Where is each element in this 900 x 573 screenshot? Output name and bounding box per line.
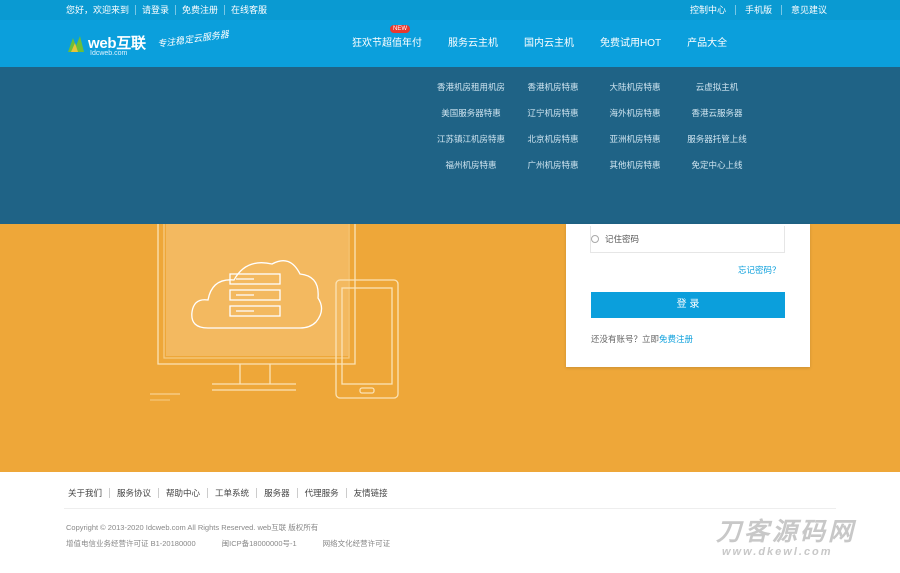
- top-bar-left-links: 您好，欢迎来到 请登录 免费注册 在线客服: [66, 5, 273, 15]
- nav-item-label: 狂欢节超值年付: [352, 38, 422, 49]
- dropdown-item[interactable]: 大陆机房特惠: [594, 81, 676, 93]
- dropdown-item[interactable]: 香港云服务器: [676, 107, 758, 119]
- dropdown-item[interactable]: 服务器托管上线: [676, 133, 758, 145]
- nav-dropdown-panel: 香港机房租用机房 香港机房特惠 大陆机房特惠 云虚拟主机 美国服务器特惠 辽宁机…: [0, 67, 900, 224]
- nav-item-products[interactable]: 产品大全: [674, 20, 740, 67]
- dropdown-item[interactable]: 辽宁机房特惠: [512, 107, 594, 119]
- watermark-url: www.dkewl.com: [722, 546, 833, 558]
- remember-label: 记住密码: [605, 234, 640, 244]
- footer-link-servers[interactable]: 服务器: [256, 488, 297, 498]
- remember-password[interactable]: 记住密码: [591, 233, 639, 245]
- dropdown-item[interactable]: 海外机房特惠: [594, 107, 676, 119]
- dropdown-item[interactable]: 广州机房特惠: [512, 159, 594, 171]
- logo-domain-text: Idcweb.com: [90, 50, 128, 57]
- welcome-text: 您好，欢迎来到: [66, 5, 130, 15]
- nav-menu: 狂欢节超值年付 NEW 服务云主机 国内云主机 免费试用HOT 产品大全: [350, 20, 740, 67]
- nav-item-label: 国内云主机: [524, 38, 574, 49]
- top-bar: 您好，欢迎来到 请登录 免费注册 在线客服 控制中心 手机版 意见建议: [0, 0, 900, 20]
- dropdown-item[interactable]: 云虚拟主机: [676, 81, 758, 93]
- icp-license: 增值电信业务经营许可证 B1-20180000: [66, 539, 196, 548]
- dropdown-item[interactable]: 福州机房特惠: [430, 159, 512, 171]
- icp-record: 闽ICP备18000000号-1: [221, 539, 297, 548]
- footer-link-about[interactable]: 关于我们: [68, 488, 109, 498]
- footer-link-agent[interactable]: 代理服务: [296, 488, 346, 498]
- dropdown-item[interactable]: 美国服务器特惠: [430, 107, 512, 119]
- new-badge: NEW: [390, 25, 410, 33]
- footer-links: 关于我们 服务协议 帮助中心 工单系统 服务器 代理服务 友情链接: [68, 488, 395, 498]
- online-service-link[interactable]: 在线客服: [224, 5, 273, 15]
- top-bar-right-links: 控制中心 手机版 意见建议: [681, 5, 836, 15]
- nav-item-free-trial[interactable]: 免费试用HOT: [587, 20, 674, 67]
- copyright-text: Copyright © 2013-2020 Idcweb.com All Rig…: [66, 523, 319, 532]
- feedback-link[interactable]: 意见建议: [780, 5, 836, 15]
- site-watermark: 刀客源码网 www.dkewl.com: [716, 518, 896, 558]
- watermark-title: 刀客源码网: [716, 518, 857, 546]
- header-slogan: 专注稳定云服务器: [156, 30, 230, 50]
- register-prompt: 还没有账号？立即免费注册: [591, 333, 693, 345]
- dropdown-grid: 香港机房租用机房 香港机房特惠 大陆机房特惠 云虚拟主机 美国服务器特惠 辽宁机…: [430, 81, 758, 171]
- main-navbar: web互联 Idcweb.com 专注稳定云服务器 狂欢节超值年付 NEW 服务…: [0, 20, 900, 67]
- login-link[interactable]: 请登录: [135, 5, 175, 15]
- footer-divider: [64, 508, 836, 509]
- register-link[interactable]: 免费注册: [175, 5, 224, 15]
- free-register-link[interactable]: 免费注册: [659, 334, 693, 344]
- register-prompt-text: 还没有账号？立即: [591, 334, 660, 344]
- footer-link-friends[interactable]: 友情链接: [345, 488, 395, 498]
- dropdown-item[interactable]: 北京机房特惠: [512, 133, 594, 145]
- login-button[interactable]: 登 录: [591, 292, 785, 318]
- nav-item-promo[interactable]: 狂欢节超值年付 NEW: [350, 20, 435, 67]
- dropdown-item[interactable]: 其他机房特惠: [594, 159, 676, 171]
- footer-link-agreement[interactable]: 服务协议: [109, 488, 158, 498]
- dropdown-item[interactable]: 香港机房特惠: [512, 81, 594, 93]
- cloud-server-illustration: [150, 224, 399, 401]
- nav-item-label: 免费试用HOT: [600, 38, 662, 49]
- site-logo[interactable]: web互联 Idcweb.com: [66, 28, 148, 60]
- remember-checkbox[interactable]: [591, 235, 599, 243]
- forgot-password-link[interactable]: 忘记密码？: [738, 264, 781, 276]
- mobile-version-link[interactable]: 手机版: [734, 5, 781, 15]
- control-center-link[interactable]: 控制中心: [681, 5, 735, 15]
- nav-item-domestic-cloud[interactable]: 国内云主机: [511, 20, 587, 67]
- icp-info: 增值电信业务经营许可证 B1-20180000 闽ICP备18000000号-1…: [66, 538, 390, 549]
- dropdown-item[interactable]: 香港机房租用机房: [430, 81, 512, 93]
- nav-item-label: 服务云主机: [448, 38, 498, 49]
- dropdown-item[interactable]: 江苏镇江机房特惠: [430, 133, 512, 145]
- culture-license: 网络文化经营许可证: [322, 539, 391, 548]
- nav-item-cloud-host[interactable]: 服务云主机: [435, 20, 511, 67]
- dropdown-item[interactable]: 亚洲机房特惠: [594, 133, 676, 145]
- dropdown-item[interactable]: 免定中心上线: [676, 159, 758, 171]
- footer-link-tickets[interactable]: 工单系统: [207, 488, 256, 498]
- nav-item-label: 产品大全: [687, 38, 728, 49]
- footer-link-help[interactable]: 帮助中心: [158, 488, 207, 498]
- leaf-logo-icon: [68, 36, 84, 52]
